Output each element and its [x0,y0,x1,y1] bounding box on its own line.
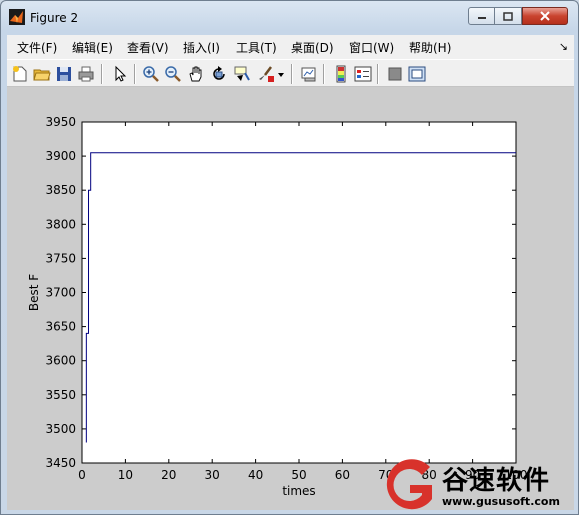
x-axis-label: times [282,484,315,498]
watermark-url: www.gususoft.com [442,495,560,508]
new-figure-icon[interactable] [11,65,29,83]
open-file-icon[interactable] [33,65,51,83]
y-tick-label: 3600 [45,354,76,368]
minimize-button[interactable] [468,7,495,25]
y-tick-label: 3450 [45,456,76,470]
hide-plot-tools-icon[interactable] [386,65,404,83]
y-tick-label: 3550 [45,388,76,402]
menu-insert[interactable]: 插入(I) [183,39,220,56]
y-tick-label: 3750 [45,251,76,265]
link-plot-icon[interactable] [300,65,318,83]
figure-toolbar [7,59,574,87]
x-tick-label: 20 [161,468,176,482]
y-tick-label: 3650 [45,320,76,334]
x-tick-label: 0 [78,468,86,482]
window-title: Figure 2 [30,11,79,25]
menu-tools[interactable]: 工具(T) [236,39,277,56]
close-button[interactable] [522,7,568,25]
rotate-3d-icon[interactable] [210,65,228,83]
select-arrow-icon[interactable] [111,65,129,83]
figure-canvas: 0 10 20 30 40 50 60 70 80 90 100 3450 3500 3550 3600 36… [7,87,574,510]
watermark-logo-icon [386,459,432,510]
data-cursor-icon[interactable] [233,65,251,83]
x-tick-label: 60 [335,468,350,482]
menu-view[interactable]: 查看(V) [127,39,169,56]
menu-bar: 文件(F) 编辑(E) 查看(V) 插入(I) 工具(T) 桌面(D) 窗口(W… [7,35,574,59]
x-tick-label: 10 [118,468,133,482]
plot-area[interactable] [81,121,517,464]
zoom-in-icon[interactable] [142,65,160,83]
maximize-icon [503,11,513,21]
line-chart[interactable]: 0 10 20 30 40 50 60 70 80 90 100345035003550360036… [7,87,574,510]
menu-help[interactable]: 帮助(H) [409,39,451,56]
minimize-icon [477,17,486,19]
matlab-icon [9,9,25,25]
y-tick-label: 3950 [45,115,76,129]
menu-desktop[interactable]: 桌面(D) [291,39,334,56]
y-axis-label: Best F [27,274,41,311]
close-icon [540,11,550,21]
figure-window: Figure 2 文件(F) 编辑(E) 查看(V) 插入(I) 工具(T) 桌… [0,0,579,515]
watermark-text: 谷速软件 [442,466,551,496]
x-tick-label: 30 [205,468,220,482]
y-tick-label: 3800 [45,217,76,231]
dock-arrow-icon[interactable]: ↘ [559,40,568,53]
y-tick-label: 3500 [45,422,76,436]
zoom-out-icon[interactable] [164,65,182,83]
menu-file[interactable]: 文件(F) [17,39,57,56]
maximize-button[interactable] [495,7,522,25]
x-tick-label: 40 [248,468,263,482]
x-tick-label: 50 [291,468,306,482]
brush-dropdown-icon[interactable] [277,65,285,83]
y-tick-label: 3850 [45,183,76,197]
brush-icon[interactable] [257,65,275,83]
save-icon[interactable] [55,65,73,83]
colorbar-icon[interactable] [332,65,350,83]
y-tick-label: 3700 [45,286,76,300]
legend-icon[interactable] [354,65,372,83]
print-icon[interactable] [77,65,95,83]
watermark: 谷速软件 www.gususoft.com [380,457,579,515]
menu-edit[interactable]: 编辑(E) [72,39,113,56]
y-tick-label: 3900 [45,149,76,163]
show-plot-tools-icon[interactable] [408,65,426,83]
menu-window[interactable]: 窗口(W) [349,39,394,56]
pan-hand-icon[interactable] [187,65,205,83]
title-bar[interactable]: Figure 2 [1,1,578,35]
